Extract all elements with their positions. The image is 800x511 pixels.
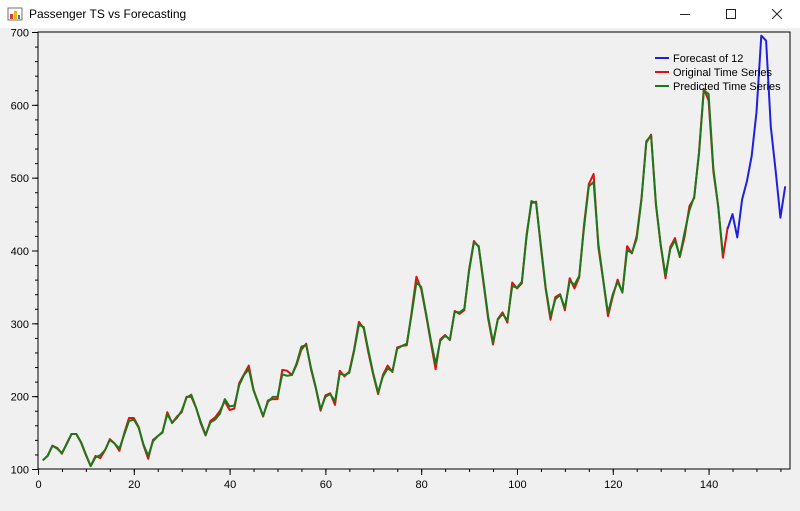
x-tick-label: 120 [604,479,622,491]
x-tick-label: 20 [128,479,140,491]
close-icon [772,9,782,19]
x-tick-label: 80 [416,479,428,491]
series-layer [42,34,787,468]
app-window: Passenger TS vs Forecasting 0 20 40 60 8… [0,0,800,506]
x-tick-label: 0 [35,479,41,491]
forecast-of-12-line [726,34,787,239]
chart-app-icon [7,7,23,21]
x-tick-label: 100 [508,479,526,491]
x-tick-label: 140 [700,479,718,491]
close-button[interactable] [754,0,800,28]
caption-buttons [662,0,800,28]
maximize-icon [726,9,736,19]
y-tick-label: 200 [11,392,29,404]
y-tick-label: 700 [11,28,29,40]
x-tick-label: 40 [224,479,236,491]
predicted-time-series-line [42,89,724,468]
y-tick-label: 400 [11,246,29,258]
minimize-button[interactable] [662,0,708,28]
legend-label-predicted-time-series: Predicted Time Series [673,81,781,93]
title-bar[interactable]: Passenger TS vs Forecasting [0,0,800,28]
y-tick-label: 100 [11,465,29,477]
legend-label-original-time-series: Original Time Series [673,67,773,79]
window-title: Passenger TS vs Forecasting [29,7,187,21]
y-tick-label: 300 [11,319,29,331]
y-tick-label: 500 [11,173,29,185]
legend-label-forecast-of-12: Forecast of 12 [673,53,743,65]
y-tick-label: 600 [11,100,29,112]
x-tick-label: 60 [320,479,332,491]
minimize-icon [680,14,690,15]
line-chart: 0 20 40 60 80 100 120 140100200300400500600700 … [11,28,791,491]
chart-legend: Forecast of 12 Original Time Series Predic… [655,53,781,93]
chart-area: 0 20 40 60 80 100 120 140 100 200 300 400 500 600 700 … [0,28,800,506]
maximize-button[interactable] [708,0,754,28]
